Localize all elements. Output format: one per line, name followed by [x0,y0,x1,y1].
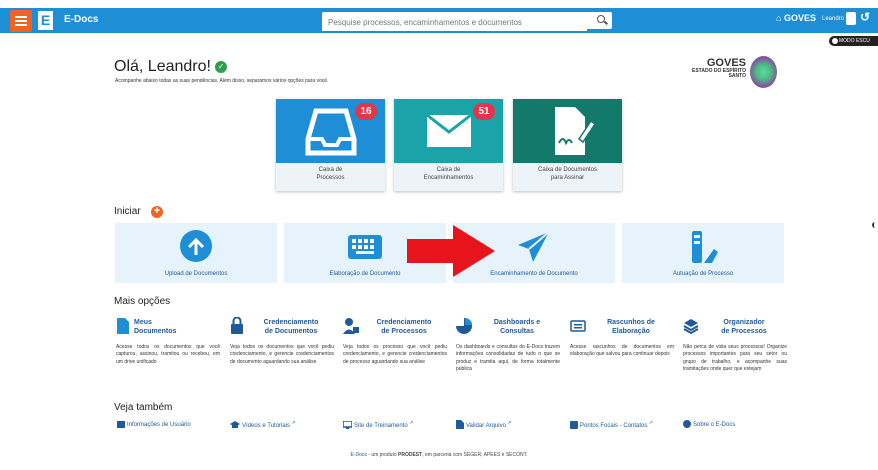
option-desc: Veja todos os processo que você pediu cr… [343,344,447,365]
option-title: Dashboards e Consultas [493,319,541,336]
autuacao-label: Autuação de Processo [672,271,734,277]
layers-icon [683,319,699,335]
bank-icon: ⌂ [776,13,782,23]
external-link-icon: ↗ [505,420,512,426]
upload-cloud-icon [180,230,212,262]
card-tile [513,99,622,163]
org-logo-line2: SANTO [728,73,746,79]
upload-label: Upload de Documentos [164,271,228,277]
iniciar-title: Iniciar [114,206,141,217]
card-tile: 16 [276,99,385,163]
link-site-treinamento[interactable]: Site de Treinamento ↗ [342,420,414,429]
iniciar-upload[interactable]: Upload de Documentos [115,223,277,283]
option-rascunhos[interactable]: Rascunhos de Elaboração Acesse rascunhos … [570,316,674,359]
option-desc: Não perca de vista seus processos! Organ… [683,344,787,372]
card-badge: 16 [355,103,377,120]
option-desc: Acesse todos os documentos que você capt… [116,344,220,365]
lock-icon[interactable] [846,12,856,25]
external-link-icon: ↗ [647,420,653,426]
external-link-icon: ↗ [290,420,296,426]
paper-plane-icon [518,231,550,262]
graduation-cap-icon [230,421,240,428]
external-link-icon: ↗ [407,420,414,426]
question-icon [683,420,691,428]
veja-tambem-title: Veja também [114,402,173,413]
mais-opcoes-title: Mais opções [114,296,171,307]
option-title: Credenciamento de Documentos [263,319,319,336]
document-icon [117,318,129,334]
card-tile: 51 [394,99,503,163]
option-credenciamento-processos[interactable]: Credenciamento de Processos Veja todos os… [343,316,447,366]
link-validar-arquivo[interactable]: Validar Arquivo ↗ [456,420,512,429]
org-logo-text: GOVES ESTADO DO ESPÍRITO SANTO [680,58,746,79]
sign-document-icon [555,107,597,155]
card-caixa-processos[interactable]: 16 Caixa de Processos [276,99,385,191]
monitor-icon [342,420,353,429]
option-desc: Os dashboards e consultas do E-Docs traz… [456,344,560,372]
footer-brand-link[interactable]: E-Docs [350,452,366,458]
search-input[interactable] [322,14,587,31]
edocs-logo[interactable]: E [38,11,53,30]
search-icon[interactable] [597,15,605,23]
menu-icon[interactable] [10,10,32,32]
card-documentos-assinar[interactable]: Caixa de Documentos para Assinar [513,99,622,191]
user-name[interactable]: Leandro [822,16,844,22]
pie-chart-icon [456,318,472,334]
option-title: Organizador de Processos [721,319,767,336]
link-videos-tutoriais[interactable]: Vídeos e Tutoriais ↗ [230,420,296,429]
state-seal-icon [750,56,777,88]
option-title: Meus Documentos [134,319,177,336]
iniciar-autuacao[interactable]: Autuação de Processo [622,223,784,283]
file-check-icon [456,420,464,429]
card-label: Caixa de Encaminhamentos [394,163,503,191]
card-caixa-encaminhamentos[interactable]: 51 Caixa de Encaminhamentos [394,99,503,191]
info-card-icon [117,421,125,428]
red-arrow-annotation [407,225,495,277]
greeting-subtitle: Acompanhe abaixo todas as suas pendência… [115,78,329,84]
card-label: Caixa de Documentos para Assinar [513,163,622,191]
contacts-icon [570,421,578,429]
org-menu[interactable]: ⌂ GOVES [776,13,816,23]
dark-mode-toggle[interactable]: MODO ESCU [829,36,878,46]
option-credenciamento-documentos[interactable]: Credenciamento de Documentos Veja todos o… [230,316,334,366]
link-informacoes-usuario[interactable]: Informações de Usuário [117,420,191,428]
search-box[interactable] [322,12,612,31]
scroll-edge-icon [872,222,878,228]
card-badge: 51 [473,103,495,120]
option-desc: Acesse rascunhos de documentos em elabor… [570,344,674,358]
verified-icon: ✓ [214,61,227,73]
add-icon[interactable]: + [151,206,163,218]
org-label: GOVES [783,13,816,23]
history-icon[interactable]: ↺ [860,10,870,24]
option-dashboards[interactable]: Dashboards e Consultas Os dashboards e co… [456,316,560,373]
link-sobre-edocs[interactable]: Sobre o E-Docs [683,420,735,428]
footer: E-Docs - um produto PRODEST, em parceria… [350,452,528,458]
link-pontos-focais[interactable]: Pontos Focais - Contatos ↗ [570,420,653,429]
process-file-icon [692,231,718,263]
option-organizador[interactable]: Organizador de Processos Não perca de vis… [683,316,787,373]
option-title: Credenciamento de Processos [376,319,432,336]
brand-name: E-Docs [64,14,99,25]
user-lock-icon [343,318,359,334]
greeting-title: Olá, Leandro! ✓ [114,58,227,76]
keyboard-icon [348,235,382,259]
option-title: Rascunhos de Elaboração [607,319,655,336]
option-meus-documentos[interactable]: Meus Documentos Acesse todos os documento… [116,316,220,366]
card-label: Caixa de Processos [276,163,385,191]
keyboard-icon [570,320,586,332]
lock-icon [231,317,243,334]
option-desc: Veja todos os documentos que você pediu … [230,344,334,365]
